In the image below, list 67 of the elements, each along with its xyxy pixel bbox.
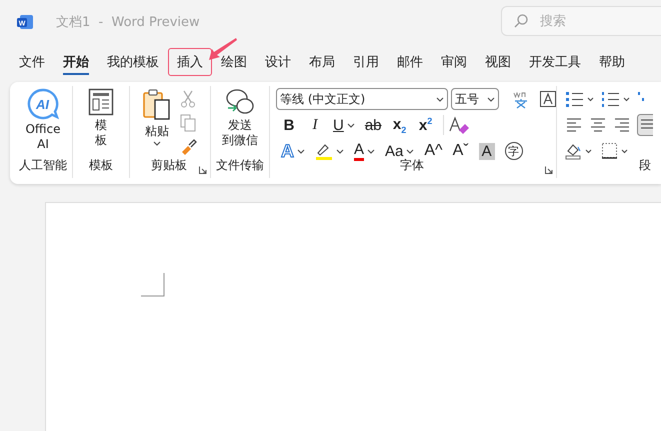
format-painter-icon[interactable]: [180, 138, 198, 156]
caret-icon: [487, 96, 495, 102]
office-ai-button[interactable]: AI Office AI: [25, 86, 61, 152]
send-to-wechat-button[interactable]: 发送 到微信: [222, 86, 258, 148]
ribbon-tab[interactable]: 开始: [62, 48, 90, 76]
clear-formatting-icon[interactable]: [448, 115, 470, 135]
group-label: 人工智能: [18, 157, 68, 174]
search-icon: [513, 13, 529, 29]
format-button[interactable]: A^: [419, 142, 448, 160]
ribbon-tab[interactable]: 绘图: [212, 48, 256, 76]
dialog-launcher-icon[interactable]: [199, 166, 207, 174]
group-label: 剪贴板: [150, 157, 188, 174]
numbered-list-icon[interactable]: [601, 90, 631, 108]
ribbon-tab[interactable]: 视图: [476, 48, 520, 76]
ribbon-tab[interactable]: 开发工具: [520, 48, 590, 76]
template-icon: [88, 88, 114, 116]
align-left-icon[interactable]: [565, 117, 583, 133]
clipboard-icon: [142, 88, 172, 122]
ribbon-tab[interactable]: 文件: [10, 48, 54, 76]
office-ai-label: Office AI: [25, 122, 61, 152]
group-label: 字体: [399, 157, 425, 174]
caret-icon: [406, 148, 414, 154]
caret-icon: [153, 141, 161, 146]
caret-icon: [336, 148, 344, 154]
window-title: 文档1 - Word Preview: [56, 14, 200, 31]
ribbon-tab[interactable]: 帮助: [590, 48, 634, 76]
send-to-wechat-label: 发送 到微信: [222, 118, 258, 148]
paste-button[interactable]: 粘贴: [142, 86, 172, 156]
template-label: 模 板: [95, 118, 107, 148]
ribbon-tab[interactable]: 引用: [344, 48, 388, 76]
character-border-icon[interactable]: [540, 91, 556, 107]
chat-bubbles-icon: [225, 88, 255, 116]
ribbon-tab[interactable]: 我的模板: [98, 48, 168, 76]
caret-icon: [297, 148, 305, 154]
ribbon-tab[interactable]: 设计: [256, 48, 300, 76]
group-label: 段: [639, 157, 651, 174]
search-field[interactable]: 搜索: [501, 6, 661, 36]
bullet-list-icon[interactable]: [565, 90, 595, 108]
caret-icon: [367, 148, 376, 154]
format-button[interactable]: B: [276, 116, 302, 134]
format-button[interactable]: A: [276, 140, 310, 162]
caret-icon: [346, 122, 355, 128]
format-button[interactable]: Aˇ: [448, 142, 474, 160]
caret-icon: [436, 96, 444, 102]
format-button[interactable]: x$_{2}$: [386, 116, 413, 134]
ribbon-tab[interactable]: 布局: [300, 48, 344, 76]
margin-corner-mark: [141, 273, 165, 297]
dialog-launcher-icon[interactable]: [545, 166, 553, 174]
group-label: 文件传输: [215, 157, 265, 174]
template-button[interactable]: 模 板: [88, 86, 114, 148]
format-button[interactable]: ab: [360, 116, 387, 134]
format-button[interactable]: I: [302, 116, 328, 134]
ribbon-tab[interactable]: 审阅: [432, 48, 476, 76]
format-button[interactable]: U: [328, 116, 360, 134]
format-button[interactable]: x$^{2}$: [412, 116, 439, 134]
ai-icon: AI: [27, 88, 59, 120]
highlighter-icon: [315, 142, 333, 160]
align-center-icon[interactable]: [589, 117, 607, 133]
justify-icon[interactable]: [637, 114, 653, 136]
align-right-icon[interactable]: [613, 117, 631, 133]
font-size-dropdown[interactable]: 五号: [451, 88, 499, 110]
paste-label: 粘贴: [145, 124, 169, 139]
font-name-dropdown[interactable]: 等线 (中文正文): [276, 88, 448, 110]
ribbon-tab[interactable]: 邮件: [388, 48, 432, 76]
group-label: 模板: [88, 157, 114, 174]
format-button[interactable]: A: [349, 142, 380, 160]
format-button[interactable]: Aa: [380, 142, 420, 160]
